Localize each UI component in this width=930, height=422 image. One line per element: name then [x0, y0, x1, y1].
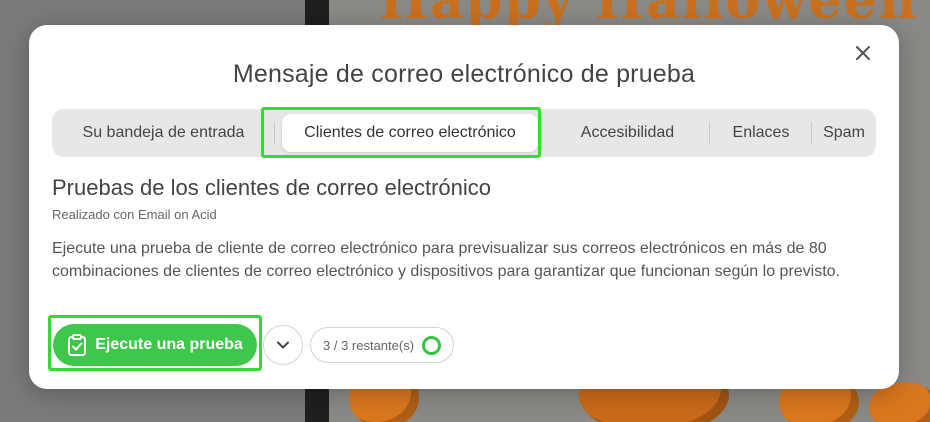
tab-label: Enlaces	[732, 124, 790, 141]
run-options-dropdown[interactable]	[263, 325, 303, 365]
tab-bar: Su bandeja de entrada Clientes de correo…	[52, 109, 876, 157]
clipboard-check-icon	[68, 334, 87, 356]
tab-label: Clientes de correo electrónico	[304, 124, 516, 141]
tab-links[interactable]: Enlaces	[710, 109, 812, 157]
tab-label: Su bandeja de entrada	[82, 124, 245, 141]
section-description: Ejecute una prueba de cliente de correo …	[52, 240, 841, 280]
chevron-down-icon	[277, 341, 289, 349]
tab-email-clients[interactable]: Clientes de correo electrónico	[282, 114, 538, 152]
remaining-tests-text: 3 / 3 restante(s)	[323, 337, 415, 353]
run-test-label: Ejecute una prueba	[95, 336, 243, 353]
close-icon[interactable]	[856, 46, 870, 60]
progress-ring-icon	[422, 335, 442, 355]
tab-inbox[interactable]: Su bandeja de entrada	[52, 109, 275, 157]
tab-accessibility[interactable]: Accesibilidad	[545, 109, 710, 157]
tab-label: Accesibilidad	[580, 124, 675, 141]
tab-label: Spam	[823, 124, 865, 141]
tab-spam[interactable]: Spam	[812, 109, 876, 157]
test-email-modal: Mensaje de correo electrónico de prueba …	[29, 25, 899, 389]
modal-title: Mensaje de correo electrónico de prueba	[232, 60, 696, 88]
run-test-button[interactable]: Ejecute una prueba	[53, 324, 257, 366]
powered-by-text: Realizado con Email on Acid	[52, 207, 217, 222]
remaining-tests-badge: 3 / 3 restante(s)	[310, 327, 455, 363]
section-title: Pruebas de los clientes de correo electr…	[52, 175, 492, 200]
